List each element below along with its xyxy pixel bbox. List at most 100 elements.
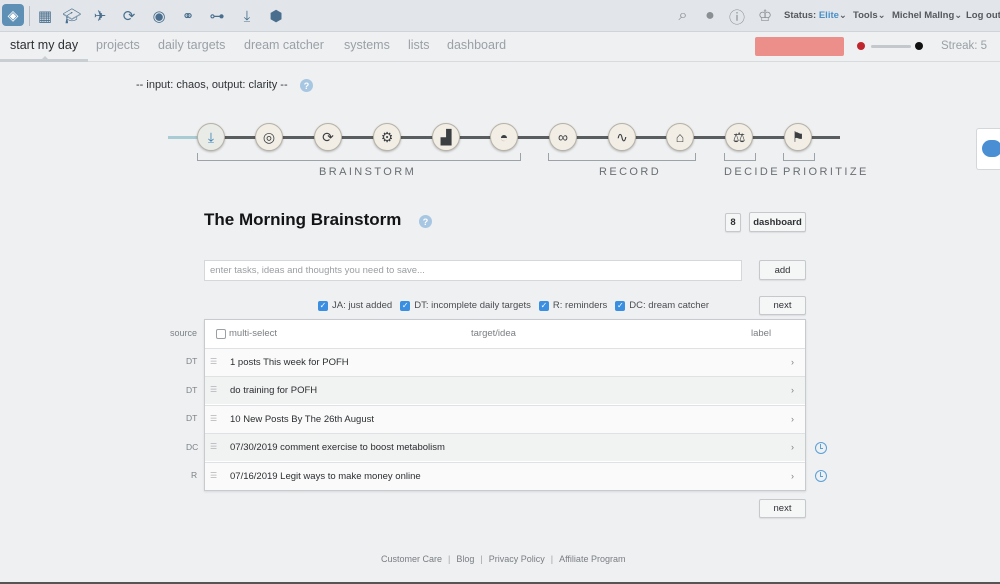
next-button-bottom[interactable]: next (759, 499, 806, 518)
target-icon[interactable]: ◎ (255, 123, 283, 151)
table-row[interactable]: ☰ do training for POFH › (205, 376, 805, 404)
record-bracket (548, 153, 696, 161)
pulse-icon[interactable]: ∿ (608, 123, 636, 151)
user-name: Michel Mallng (892, 10, 955, 21)
airplane-icon[interactable]: ✈︎ (90, 6, 110, 26)
clock-icon[interactable] (815, 442, 827, 454)
count-badge[interactable]: 8 (725, 213, 741, 232)
hierarchy-icon[interactable]: ⊶ (207, 6, 227, 26)
chevron-down-icon: ⌄ (838, 10, 847, 21)
row-source: R (191, 470, 198, 480)
refresh-icon[interactable]: ⟳ (314, 123, 342, 151)
drag-handle-icon[interactable]: ☰ (210, 472, 217, 480)
slider-end-dot[interactable] (915, 42, 923, 50)
app-logo-icon[interactable]: ◈ (2, 4, 24, 26)
help-icon[interactable]: ⓘ (726, 5, 748, 27)
top-toolbar: ◈ ▦ 🎓︎ ✈︎ ⟳ ◉ ⚭ ⊶ ⤓ ⬢ ⌕ ● ⓘ ♔ Status: El… (0, 0, 1000, 32)
chess-king-icon[interactable]: ♔ (754, 5, 776, 27)
footer-link-customer-care[interactable]: Customer Care (381, 554, 442, 564)
workflow-label-decide: DECIDE (724, 166, 780, 178)
cube-icon[interactable]: ⬢ (266, 6, 286, 26)
row-source: DC (186, 442, 199, 452)
help-icon[interactable]: ? (419, 215, 432, 228)
inbox-download-icon[interactable]: ⤓ (197, 123, 225, 151)
graduation-cap-icon[interactable]: 🎓︎ (62, 6, 82, 26)
piggy-bank-icon[interactable]: ◓ (490, 123, 518, 151)
chevron-right-icon[interactable]: › (791, 414, 794, 424)
sync-icon[interactable]: ⟳ (119, 6, 139, 26)
scale-icon[interactable]: ⚖ (725, 123, 753, 151)
footer-link-affiliate-program[interactable]: Affiliate Program (559, 554, 625, 564)
drag-handle-icon[interactable]: ☰ (210, 358, 217, 366)
search-icon[interactable]: ⌕ (672, 5, 694, 27)
eye-icon[interactable]: ◉ (149, 6, 169, 26)
chevron-down-icon: ⌄ (954, 10, 963, 21)
footer-link-blog[interactable]: Blog (456, 554, 474, 564)
gears-icon[interactable]: ⚙ (373, 123, 401, 151)
status-menu[interactable]: Status: Elite⌄ (784, 10, 847, 21)
flag-icon[interactable]: ⚑ (784, 123, 812, 151)
tab-dashboard[interactable]: dashboard (447, 38, 506, 52)
filter-just-added[interactable]: ✓ JA: just added (318, 300, 392, 311)
add-button[interactable]: add (759, 260, 806, 280)
filter-reminders[interactable]: ✓ R: reminders (538, 300, 608, 311)
table-row[interactable]: ☰ 07/30/2019 comment exercise to boost m… (205, 433, 805, 461)
bank-icon[interactable]: ⌂ (666, 123, 694, 151)
chevron-right-icon[interactable]: › (791, 471, 794, 481)
download-icon[interactable]: ⤓ (237, 6, 257, 26)
chevron-right-icon[interactable]: › (791, 357, 794, 367)
dashboard-icon[interactable]: ▦ (35, 6, 55, 26)
cloud-icon[interactable] (982, 140, 1000, 157)
filter-label: DT: incomplete daily targets (414, 300, 531, 311)
label-header: label (751, 328, 772, 339)
drag-handle-icon[interactable]: ☰ (210, 443, 217, 451)
row-source: DT (186, 385, 198, 395)
next-button-top[interactable]: next (759, 296, 806, 315)
table-row[interactable]: ☰ 07/16/2019 Legit ways to make money on… (205, 462, 805, 490)
tab-projects[interactable]: projects (96, 38, 140, 52)
mode-slider[interactable] (871, 45, 911, 48)
checkbox-checked-icon[interactable]: ✓ (538, 300, 549, 311)
filter-dream-catcher[interactable]: ✓ DC: dream catcher (615, 300, 709, 311)
row-text: do training for POFH (230, 385, 318, 396)
row-source: DT (186, 356, 198, 366)
tab-lists[interactable]: lists (408, 38, 430, 52)
drag-handle-icon[interactable]: ☰ (210, 415, 217, 423)
checkbox-checked-icon[interactable]: ✓ (318, 300, 328, 311)
footer-link-privacy-policy[interactable]: Privacy Policy (489, 554, 545, 564)
multi-select-checkbox[interactable] (216, 329, 226, 339)
prioritize-bracket (783, 153, 815, 161)
target-idea-header: target/idea (471, 328, 516, 339)
lightbulb-icon[interactable]: ● (699, 5, 721, 27)
tab-systems[interactable]: systems (344, 38, 390, 52)
alert-button[interactable] (755, 37, 844, 56)
help-icon[interactable]: ? (300, 79, 313, 92)
footer-links: Customer Care | Blog | Privacy Policy | Affili… (381, 554, 625, 564)
toolbar-divider (29, 6, 30, 26)
brainstorm-table: multi-select target/idea label ☰ 1 posts… (204, 319, 806, 491)
table-row[interactable]: ☰ 10 New Posts By The 26th August › (205, 405, 805, 433)
checkbox-checked-icon[interactable]: ✓ (400, 300, 411, 311)
link-icon[interactable]: ∞ (549, 123, 577, 151)
table-row[interactable]: ☰ 1 posts This week for POFH › (205, 348, 805, 376)
tab-dream-catcher[interactable]: dream catcher (244, 38, 324, 52)
tab-daily-targets[interactable]: daily targets (158, 38, 225, 52)
tools-menu[interactable]: Tools⌄ (853, 10, 886, 21)
clock-icon[interactable] (815, 470, 827, 482)
glasses-icon[interactable]: ⚭ (178, 6, 198, 26)
chart-icon[interactable]: ▟ (432, 123, 460, 151)
main-nav: start my day projects daily targets drea… (0, 32, 1000, 62)
logout-link[interactable]: Log out (966, 10, 1000, 21)
tab-start-my-day[interactable]: start my day (10, 38, 78, 52)
status-value: Elite (818, 10, 839, 21)
chevron-right-icon[interactable]: › (791, 442, 794, 452)
streak-counter: Streak: 5 (941, 40, 988, 52)
drag-handle-icon[interactable]: ☰ (210, 386, 217, 394)
brainstorm-input[interactable]: enter tasks, ideas and thoughts you need… (204, 260, 742, 281)
filter-label: R: reminders (552, 300, 608, 311)
dashboard-button[interactable]: dashboard (749, 212, 806, 232)
chevron-right-icon[interactable]: › (791, 385, 794, 395)
user-menu[interactable]: Michel Mallng⌄ (892, 10, 962, 21)
checkbox-checked-icon[interactable]: ✓ (615, 300, 626, 311)
filter-daily-targets[interactable]: ✓ DT: incomplete daily targets (400, 300, 531, 311)
